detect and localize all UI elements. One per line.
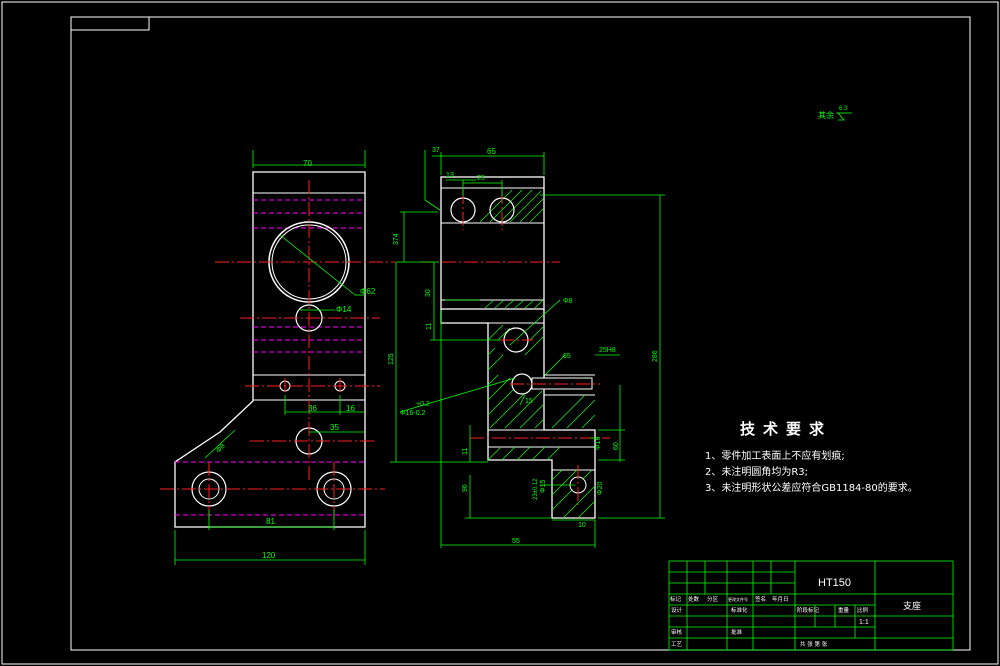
dim-side-phi16: Φ16 — [595, 437, 602, 450]
dim-side-23: 23±0.12 — [533, 478, 539, 500]
requirement-item: 3、未注明形状公差应符合GB1184-80的要求。 — [705, 483, 918, 494]
side-upper-housing — [440, 176, 545, 310]
tb-review: 审核 — [671, 628, 683, 636]
outer-sheet-border — [1, 1, 999, 665]
tb-mark: 标记 — [670, 595, 682, 603]
dim-chamfer: Φ8 — [215, 443, 227, 455]
front-hidden-lines — [175, 199, 365, 516]
tb-standardize: 标准化 — [731, 606, 748, 614]
dim-side-37: 37 — [432, 147, 440, 154]
tb-count: 处数 — [688, 595, 700, 603]
side-upper-hatch — [479, 189, 545, 309]
technical-requirements: 技术要求 1、零件加工表面上不应有划痕; 2、未注明圆角均为R3; 3、未注明形… — [705, 418, 918, 497]
title-scale: 1:1 — [859, 619, 869, 626]
dim-offset-36: 36 — [308, 404, 317, 413]
tb-approve: 批准 — [731, 628, 743, 636]
roughness-label: 其余 — [818, 110, 834, 120]
dim-side-11: 11 — [426, 323, 433, 330]
requirement-item: 2、未注明圆角均为R3; — [705, 467, 809, 478]
title-material: HT150 — [818, 577, 851, 589]
dim-side-phi15: Φ15 — [540, 480, 547, 493]
dim-side-15: 15 — [525, 398, 533, 405]
tb-change-doc: 更改文件号 — [728, 596, 748, 602]
tb-sheets: 共 张 第 张 — [800, 640, 828, 648]
tb-process: 工艺 — [671, 641, 683, 648]
technical-requirements-title: 技术要求 — [740, 420, 833, 438]
dim-side-25: 25 — [477, 175, 485, 182]
dim-side-top-width: 65 — [487, 147, 496, 156]
tb-weight: 重量 — [838, 606, 850, 614]
front-centerlines — [160, 180, 395, 520]
dim-hole-spacing: 81 — [266, 517, 275, 526]
front-view: 70 120 81 36 16 35 Φ62 Φ14 Φ8 — [160, 150, 395, 565]
dim-side-13: 13 — [446, 172, 454, 179]
tb-design: 设计 — [671, 606, 683, 614]
dim-side-55: 55 — [512, 538, 520, 545]
dim-width-bottom: 120 — [262, 551, 276, 560]
tb-date: 年月日 — [772, 595, 789, 603]
dim-offset-16: 16 — [346, 404, 355, 413]
dim-side-phi8: Φ8 — [563, 298, 573, 305]
roughness-value: 6.3 — [839, 106, 848, 112]
corner-code-box — [70, 16, 150, 31]
dim-side-96: 96 — [462, 484, 469, 492]
dim-side-10: 10 — [578, 522, 586, 529]
tb-stage-mark: 阶段标记 — [797, 606, 820, 614]
dim-side-tol-top: +0.2 — [416, 401, 430, 408]
dim-side-286: 286 — [652, 350, 659, 362]
dim-side-11b: 11 — [462, 448, 469, 455]
dim-side-tol-hole: Φ16-0.2 — [400, 410, 426, 417]
dim-side-65: 65 — [563, 353, 571, 360]
title-part-name: 支座 — [903, 600, 921, 612]
dim-bore-dia: Φ62 — [360, 287, 376, 296]
dim-offset-35: 35 — [330, 423, 339, 432]
dim-side-125: 125 — [388, 353, 395, 365]
front-view-outline — [174, 171, 366, 528]
dim-hole-dia: Φ14 — [336, 305, 352, 314]
drawing-canvas: 70 120 81 36 16 35 Φ62 Φ14 Φ8 65 13 25 3… — [1, 1, 999, 665]
dim-side-phi20: Φ20 — [597, 482, 604, 495]
dim-side-groove: 25H8 — [599, 347, 616, 354]
dim-side-30: 30 — [425, 289, 432, 297]
dim-width-top: 70 — [303, 159, 312, 168]
tb-sign: 签名 — [755, 595, 766, 603]
dim-side-374: 374 — [393, 233, 400, 245]
front-dimensions — [174, 150, 366, 565]
tb-zone: 分区 — [707, 595, 719, 603]
requirement-item: 1、零件加工表面上不应有划痕; — [705, 451, 845, 462]
dim-side-60: 60 — [613, 442, 620, 450]
tb-ratio: 比例 — [857, 606, 869, 614]
